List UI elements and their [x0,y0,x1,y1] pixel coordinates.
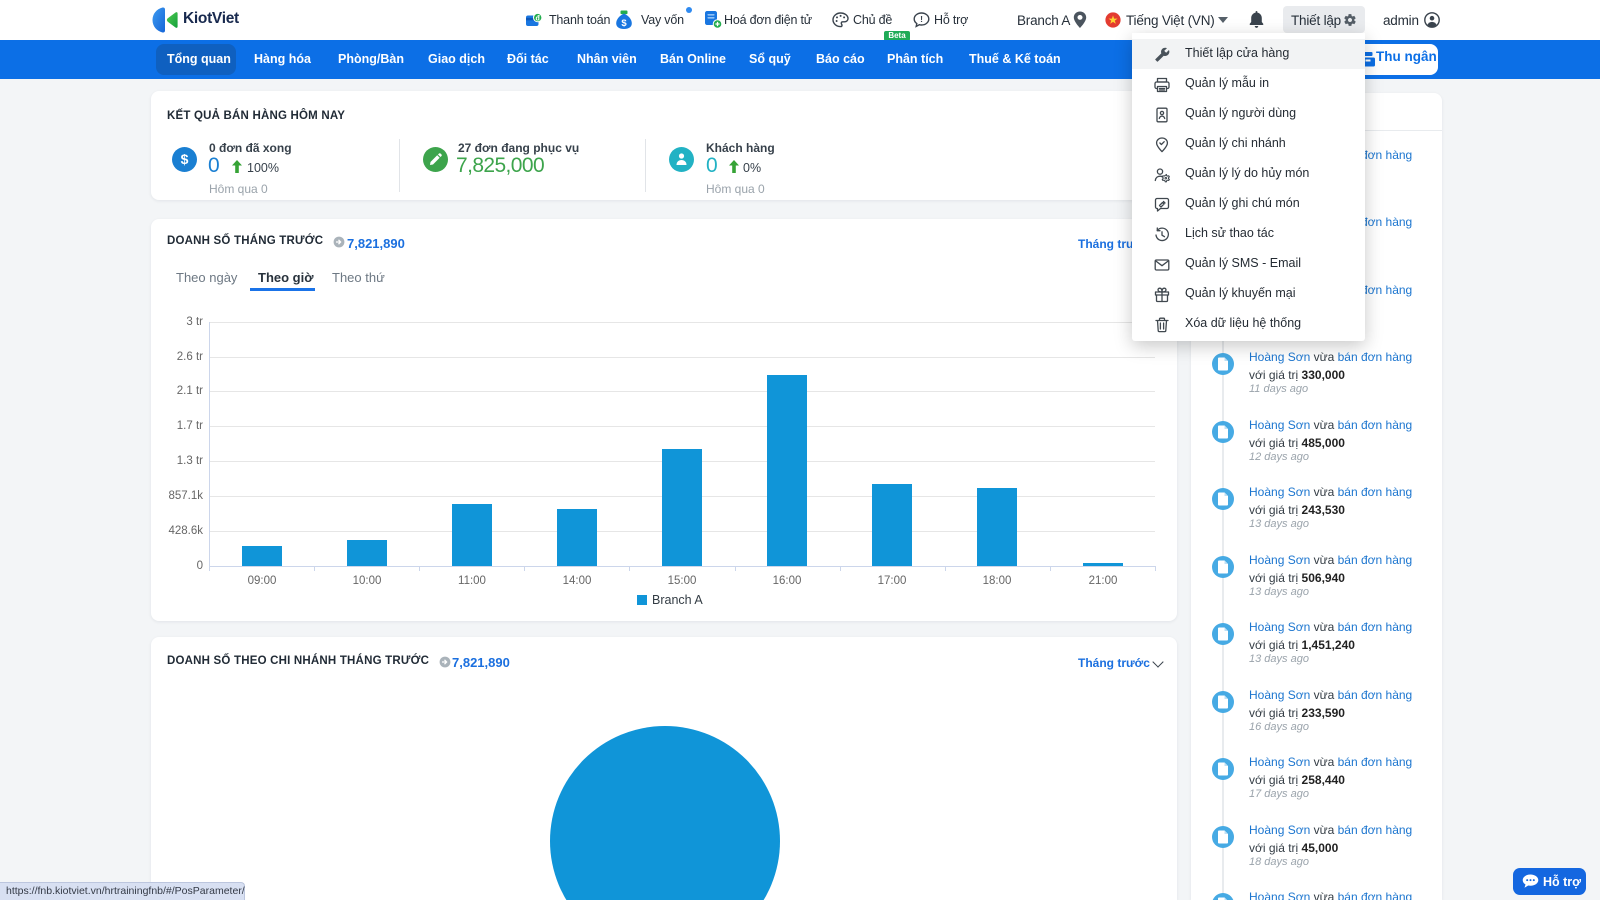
svg-text:$: $ [621,18,627,29]
svg-text:đ: đ [536,15,541,22]
svg-text:!: ! [920,14,923,24]
